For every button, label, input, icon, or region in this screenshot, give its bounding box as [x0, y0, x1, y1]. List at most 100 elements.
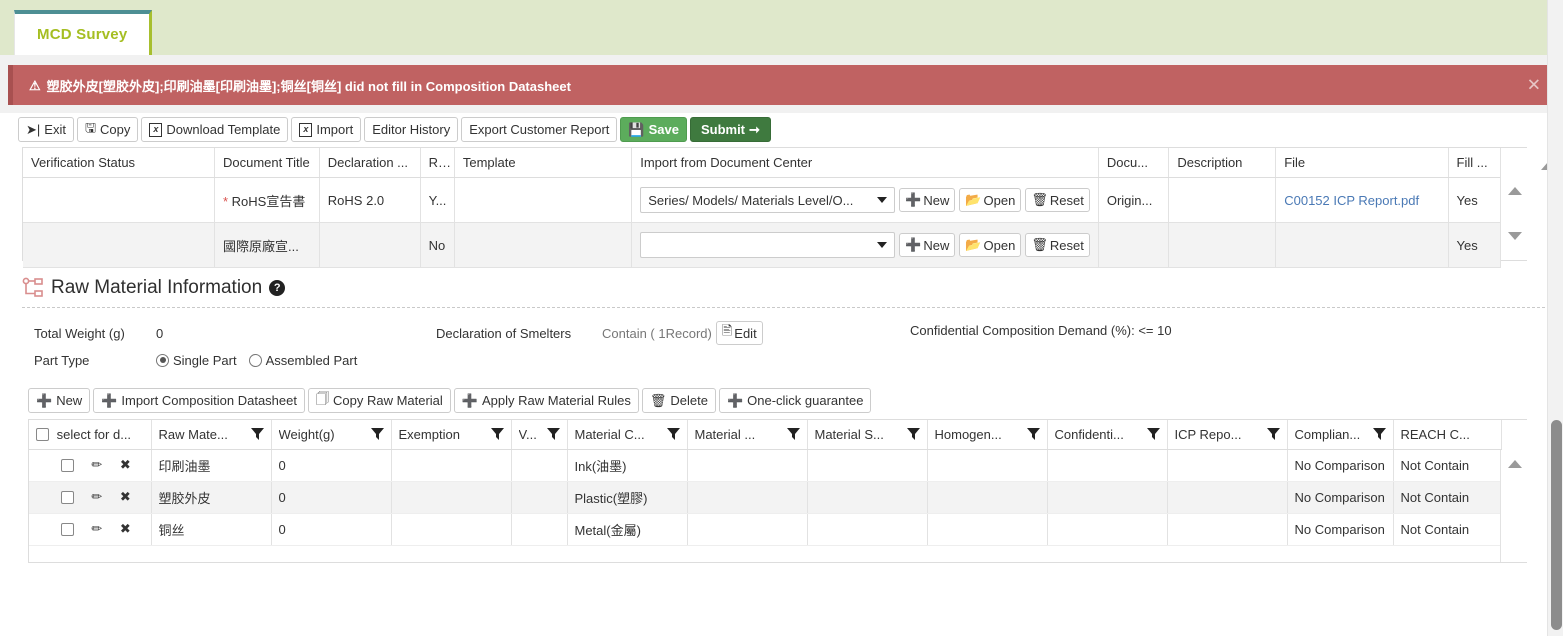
select-all-checkbox[interactable]: [36, 428, 49, 442]
filter-icon[interactable]: [490, 428, 504, 441]
file-link[interactable]: C00152 ICP Report.pdf: [1284, 193, 1419, 208]
col-icp-report[interactable]: ICP Repo...: [1167, 420, 1288, 450]
col-homogeneous[interactable]: Homogen...: [927, 420, 1048, 450]
filter-icon[interactable]: [1372, 428, 1386, 441]
table-row[interactable]: ✏ ✖ 塑胶外皮 0 Plastic(塑膠) No Comparison Not…: [29, 481, 1502, 514]
import-button[interactable]: x Import: [291, 117, 362, 142]
exit-button-label: Exit: [44, 122, 66, 137]
col-document[interactable]: Docu...: [1098, 148, 1170, 178]
copy-button[interactable]: 🖫 Copy: [76, 117, 139, 142]
filter-icon[interactable]: [786, 428, 800, 441]
col-exemption[interactable]: Exemption: [391, 420, 512, 450]
edit-icon[interactable]: ✏: [91, 457, 102, 473]
radio-assembled-part[interactable]: Assembled Part: [248, 353, 357, 368]
edit-icon[interactable]: ✏: [91, 489, 102, 505]
col-template[interactable]: Template: [454, 148, 633, 178]
import-source-select[interactable]: Series/ Models/ Materials Level/O...: [640, 187, 896, 213]
new-button[interactable]: ➕ New: [28, 388, 91, 413]
col-weight[interactable]: Weight(g): [271, 420, 392, 450]
tab-mcd-survey[interactable]: MCD Survey: [14, 10, 153, 55]
one-click-guarantee-button[interactable]: ➕ One-click guarantee: [718, 388, 872, 413]
col-raw-material[interactable]: Raw Mate...: [151, 420, 272, 450]
scroll-down-icon[interactable]: [1508, 232, 1522, 240]
delete-icon[interactable]: ✖: [120, 457, 131, 473]
table-row[interactable]: ✏ ✖ 印刷油墨 0 Ink(油墨) No Comparison Not Con…: [29, 449, 1502, 482]
document-grid: Verification Status Document Title Decla…: [22, 147, 1555, 268]
radio-single-part[interactable]: Single Part: [156, 353, 237, 368]
edit-icon[interactable]: ✏: [91, 521, 102, 537]
cell-weight: 0: [271, 449, 392, 482]
filter-icon[interactable]: [250, 428, 264, 441]
new-document-button[interactable]: ➕ New: [899, 188, 956, 212]
cell-verification-status: [23, 222, 215, 268]
raw-material-grid-scrollbar[interactable]: [1500, 450, 1527, 562]
cell-material-c: Ink(油墨): [567, 449, 688, 482]
download-template-button[interactable]: x Download Template: [141, 117, 289, 142]
col-raw-material-label: Raw Mate...: [158, 427, 228, 443]
edit-smelters-label: Edit: [734, 325, 757, 341]
delete-icon[interactable]: ✖: [120, 521, 131, 537]
new-button-label: New: [56, 393, 83, 408]
reset-document-button[interactable]: 🗑 Reset: [1025, 233, 1090, 257]
col-compliance[interactable]: Complian...: [1287, 420, 1394, 450]
col-r[interactable]: R...: [420, 148, 455, 178]
page-scrollbar[interactable]: [1547, 0, 1563, 636]
export-customer-report-button[interactable]: Export Customer Report: [461, 117, 618, 142]
page-scrollbar-thumb[interactable]: [1551, 420, 1562, 630]
col-verification-status[interactable]: Verification Status: [23, 148, 215, 178]
col-select-for-delete[interactable]: select for d...: [29, 420, 152, 450]
question-mark-icon[interactable]: ?: [269, 280, 286, 296]
row-checkbox[interactable]: [60, 459, 74, 473]
open-document-button[interactable]: 📂 Open: [959, 188, 1022, 212]
cell-v: [511, 449, 568, 482]
import-composition-datasheet-button[interactable]: ➕ Import Composition Datasheet: [93, 388, 305, 413]
col-file[interactable]: File: [1275, 148, 1449, 178]
submit-button[interactable]: Submit ➞: [689, 117, 771, 142]
reset-document-button[interactable]: 🗑 Reset: [1025, 188, 1090, 212]
col-description[interactable]: Description: [1168, 148, 1277, 178]
edit-smelters-button[interactable]: 🖹 Edit: [715, 321, 763, 345]
col-import-from-document-center[interactable]: Import from Document Center: [631, 148, 1099, 178]
table-row[interactable]: 國際原廠宣... No ➕ New 📂 Open 🗑 Reset Yes: [23, 222, 1502, 268]
filter-icon[interactable]: [546, 428, 560, 441]
filter-icon[interactable]: [1266, 428, 1280, 441]
col-material-c[interactable]: Material C...: [567, 420, 688, 450]
scroll-up-icon[interactable]: [1508, 187, 1522, 195]
new-document-label: New: [923, 237, 950, 253]
cell-declaration: [319, 222, 421, 268]
new-document-button[interactable]: ➕ New: [899, 233, 956, 257]
filter-icon[interactable]: [666, 428, 680, 441]
cell-material-s: [807, 513, 928, 546]
cell-fill: Yes: [1448, 222, 1502, 268]
open-document-button[interactable]: 📂 Open: [959, 233, 1022, 257]
table-row[interactable]: * RoHS宣告書 RoHS 2.0 Y... Series/ Models/ …: [23, 177, 1502, 223]
col-declaration[interactable]: Declaration ...: [319, 148, 421, 178]
col-material-s[interactable]: Material S...: [807, 420, 928, 450]
col-v[interactable]: V...: [511, 420, 568, 450]
table-row[interactable]: ✏ ✖ 铜丝 0 Metal(金屬) No Comparison Not Con…: [29, 513, 1502, 546]
apply-raw-material-rules-button[interactable]: ➕ Apply Raw Material Rules: [453, 388, 639, 413]
save-button[interactable]: 💾 Save: [620, 117, 687, 142]
col-document-title[interactable]: Document Title: [214, 148, 320, 178]
delete-button[interactable]: 🗑 Delete: [641, 388, 716, 413]
filter-icon[interactable]: [1146, 428, 1160, 441]
filter-icon[interactable]: [906, 428, 920, 441]
filter-icon[interactable]: [1026, 428, 1040, 441]
col-confidential[interactable]: Confidenti...: [1047, 420, 1168, 450]
col-material[interactable]: Material ...: [687, 420, 808, 450]
filter-icon[interactable]: [370, 428, 384, 441]
row-checkbox[interactable]: [60, 523, 74, 537]
exit-button[interactable]: ➤| Exit: [18, 117, 74, 142]
col-fill[interactable]: Fill ...: [1448, 148, 1502, 178]
close-icon[interactable]: ✕: [1527, 77, 1541, 94]
import-source-select[interactable]: [640, 232, 896, 258]
row-checkbox[interactable]: [60, 491, 74, 505]
tab-strip: MCD Survey: [0, 0, 1563, 55]
cell-fill: Yes: [1448, 177, 1502, 223]
document-grid-scrollbar[interactable]: [1500, 177, 1527, 260]
editor-history-button[interactable]: Editor History: [364, 117, 459, 142]
scroll-up-icon[interactable]: [1508, 460, 1522, 468]
delete-icon[interactable]: ✖: [120, 489, 131, 505]
copy-raw-material-button[interactable]: 🗍 Copy Raw Material: [307, 388, 451, 413]
col-reach[interactable]: REACH C...: [1393, 420, 1502, 450]
